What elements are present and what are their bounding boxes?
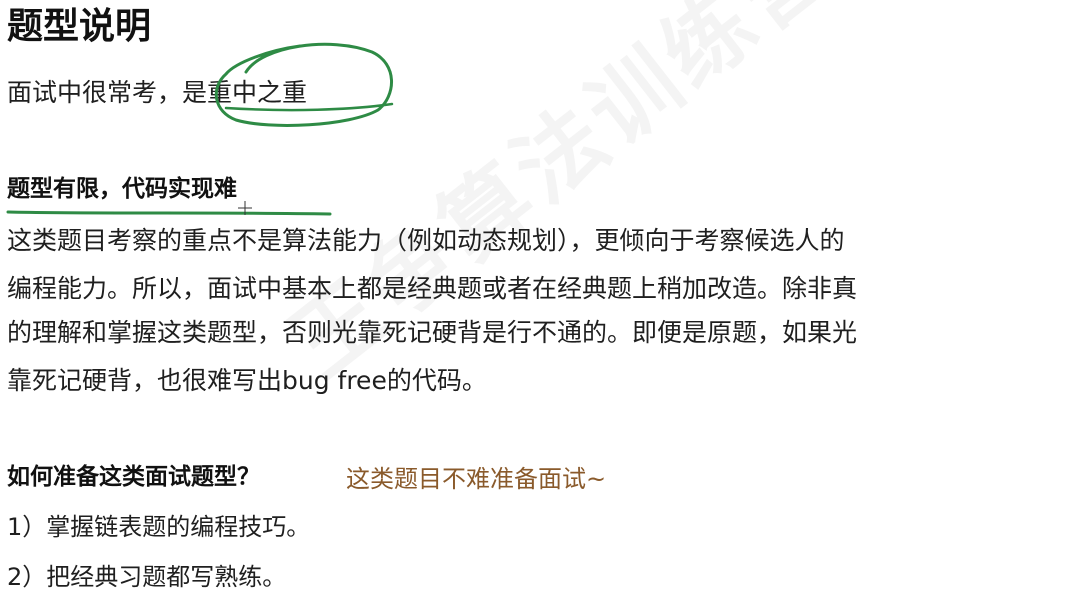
step-item: 1）掌握链表题的编程技巧。 <box>7 513 311 541</box>
paragraph-line: 靠死记硬背，也很难写出bug free的代码。 <box>7 366 487 395</box>
paragraph-line: 这类题目考察的重点不是算法能力（例如动态规划），更倾向于考察候选人的 <box>7 226 845 255</box>
page-title: 题型说明 <box>7 6 152 47</box>
intro-text: 面试中很常考，是重中之重 <box>7 78 308 107</box>
paragraph-line: 的理解和掌握这类题型，否则光靠死记硬背是行不通的。即便是原题，如果光 <box>7 318 858 347</box>
paragraph-line: 编程能力。所以，面试中基本上都是经典题或者在经典题上稍加改造。除非真 <box>7 274 858 303</box>
section-heading-limited-types: 题型有限，代码实现难 <box>7 176 237 202</box>
underline-annotation <box>6 210 332 216</box>
handwritten-note: 这类题目不难准备面试~ <box>346 465 607 493</box>
step-item: 2）把经典习题都写熟练。 <box>7 563 287 591</box>
cursor-cross-icon <box>238 201 252 215</box>
section-heading-how-to-prepare: 如何准备这类面试题型？ <box>7 464 260 490</box>
